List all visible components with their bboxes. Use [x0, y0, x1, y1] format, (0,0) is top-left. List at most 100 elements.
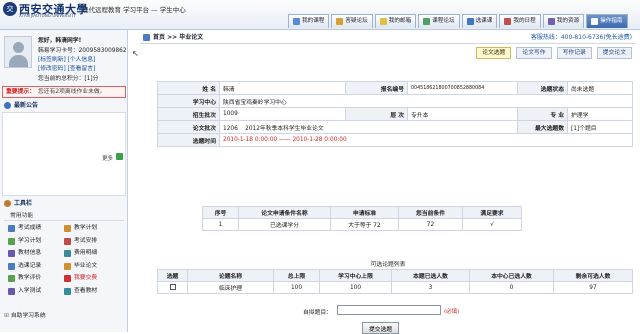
thesis-tabs: 论文选题 论文写作 写作记录 提交论文 — [476, 47, 632, 59]
nav-qa-forum[interactable]: 答疑论坛 — [331, 14, 373, 28]
topic-list-caption: 可选论题列表 — [370, 262, 406, 268]
tools-grid: 考试成绩 教学计划 学习计划 考试安排 教材信息 费用明细 选课记录 毕业论文 … — [8, 223, 124, 297]
change-password-link[interactable]: [修改密码] — [38, 66, 66, 72]
view-messages-link[interactable]: [查看留言] — [68, 66, 96, 72]
topic-col-name: 论题名称 — [187, 269, 274, 282]
requirements-table: 序号 论文申请条件名称 申请标准 您当前条件 满足要求 1 已选课学分 大于等于… — [202, 206, 522, 231]
notice-message[interactable]: 您还有2项离线作业未做。 — [38, 89, 105, 95]
tool-teaching-eval[interactable]: 教学评价 — [8, 273, 64, 284]
nav-mailbox[interactable]: 我的邮箱 — [374, 14, 417, 28]
topic-col-select: 选题 — [157, 269, 188, 282]
thesis-batch-label: 论文批次 — [157, 120, 220, 134]
req-cell: 大于等于 72 — [330, 218, 399, 231]
tool-exam-scores[interactable]: 考试成绩 — [8, 223, 64, 234]
table-row: 1 已选课学分 大于等于 72 72 √ — [202, 218, 522, 231]
tool-entrance-test[interactable]: 入学测试 — [8, 286, 64, 297]
user-panel: 您好，韩清网学! 韩易学习卡号：2009583009862 [标签刷新] [个人… — [2, 32, 127, 84]
payment-icon — [64, 275, 71, 282]
req-cell: 已选课学分 — [238, 218, 331, 231]
thesis-icon — [64, 262, 71, 270]
nav-course-forum[interactable]: 课程论坛 — [418, 14, 460, 28]
req-cell: 72 — [398, 218, 463, 231]
important-notice[interactable]: 重要提示： 您还有2项离线作业未做。 — [2, 86, 126, 98]
tab-topic-selection[interactable]: 论文选题 — [476, 47, 512, 59]
tab-thesis-writing[interactable]: 论文写作 — [516, 47, 552, 59]
self-topic-input[interactable] — [337, 305, 441, 315]
calendar-icon — [504, 18, 512, 25]
top-nav: 我的课程 答疑论坛 我的邮箱 课程论坛 选课课 我的日程 我的资源 操作指南 — [288, 14, 628, 28]
status-value: 尚未选题 — [567, 81, 633, 95]
tool-thesis[interactable]: 毕业论文 — [64, 261, 120, 272]
nav-my-courses[interactable]: 我的课程 — [288, 14, 330, 28]
tab-writing-records[interactable]: 写作记录 — [556, 47, 592, 59]
more-icon[interactable] — [116, 153, 123, 160]
topic-radio[interactable] — [169, 283, 176, 290]
req-col-current: 您当前条件 — [398, 206, 463, 219]
tab-submit-thesis[interactable]: 提交论文 — [596, 47, 632, 59]
greeting: 您好，韩清网学! — [38, 38, 82, 44]
topic-col-remaining: 剩余可选人数 — [553, 269, 633, 282]
toolbox-icon — [4, 200, 11, 207]
req-cell: 1 — [202, 218, 239, 231]
home-icon[interactable] — [143, 34, 150, 41]
level-label: 层 次 — [345, 107, 408, 121]
tool-exam-schedule[interactable]: 考试安排 — [64, 236, 120, 247]
breadcrumb: 首页 >> 毕业论文 — [153, 34, 204, 41]
tool-fee-details[interactable]: 费用明细 — [64, 248, 120, 259]
avatar — [4, 36, 32, 68]
submit-topic-button[interactable]: 提交选题 — [362, 322, 400, 334]
scores-icon — [8, 225, 15, 232]
batch-label: 招生批次 — [157, 107, 220, 121]
platform-title: 现代远程教育 学习平台 — 学生中心 — [82, 6, 186, 14]
nav-schedule[interactable]: 我的日程 — [499, 14, 541, 28]
req-col-standard: 申请标准 — [330, 206, 399, 219]
textbook-icon — [64, 287, 71, 295]
topic-cell: 0 — [469, 281, 554, 294]
batch-value: 1009 — [219, 107, 346, 121]
tool-textbook-info[interactable]: 教材信息 — [8, 248, 64, 259]
selection-time-value: 2010-1-18 0:00:00 —— 2010-1-28 0:00:00 — [219, 133, 633, 147]
nav-guide[interactable]: 操作指南 — [586, 14, 628, 28]
resource-icon — [547, 18, 555, 25]
tool-study-plan[interactable]: 学习计划 — [8, 236, 64, 247]
forum-icon — [336, 18, 344, 25]
book-icon — [8, 250, 15, 257]
req-cell: √ — [462, 218, 522, 231]
nav-course-select[interactable]: 选课课 — [461, 14, 498, 28]
university-logo-icon: 交 — [3, 2, 17, 16]
tool-teaching-plan[interactable]: 教学计划 — [64, 223, 120, 234]
selection-time-label: 选题时间 — [157, 133, 220, 147]
sidebar: 您好，韩清网学! 韩易学习卡号：2009583009862 [标签刷新] [个人… — [0, 30, 128, 332]
name-label: 姓 名 — [157, 81, 220, 95]
topic-col-center-selected: 本中心已选人数 — [469, 269, 554, 282]
topic-col-total: 总上限 — [273, 269, 320, 282]
more-link[interactable]: 更多 — [102, 154, 113, 162]
regno-label: 报名编号 — [345, 81, 408, 95]
major-value: 护理学 — [567, 107, 633, 121]
status-label: 选题状态 — [517, 81, 568, 95]
center-label: 学习中心 — [157, 94, 220, 108]
max-topics-value: [1]个题目 — [567, 120, 633, 134]
table-row: 临床护理 100 100 3 0 97 — [157, 281, 633, 294]
tool-view-textbooks[interactable]: 查看教材 — [64, 286, 120, 297]
mail-icon — [379, 18, 387, 25]
req-col-met: 满足要求 — [462, 206, 522, 219]
req-col-no: 序号 — [202, 206, 239, 219]
tool-pay-fees[interactable]: 我要交费 — [64, 273, 120, 284]
topic-col-center-limit: 学习中心上限 — [319, 269, 392, 282]
course-icon — [293, 18, 300, 25]
nav-resources[interactable]: 我的资源 — [542, 14, 585, 28]
tree-expand-icon[interactable]: ⊞ — [4, 313, 9, 319]
self-study-system[interactable]: ⊞ 自助学习系统 — [4, 310, 46, 319]
self-topic-label: 自拟题目： — [303, 310, 332, 316]
required-hint: (必填) — [444, 309, 460, 315]
level-value: 专升本 — [407, 107, 518, 121]
fee-icon — [64, 250, 71, 257]
tool-course-records[interactable]: 选课记录 — [8, 261, 64, 272]
service-hotline: 客服热线：400-810-6736(免长途费) — [530, 34, 632, 41]
req-col-name: 论文申请条件名称 — [238, 206, 331, 219]
announcement-icon — [4, 102, 11, 109]
toolbar-header: 工具栏 — [2, 198, 126, 209]
topic-cell: 100 — [319, 281, 392, 294]
university-name-en: XI'AN JIAOTONG UNIVERSITY — [19, 13, 76, 18]
